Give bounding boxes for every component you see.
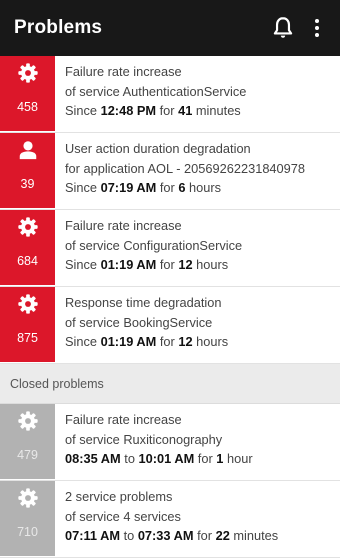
problem-row[interactable]: 458 Failure rate increase of service Aut… (0, 56, 340, 133)
more-vert-icon[interactable] (305, 14, 329, 42)
problem-badge: 684 (0, 210, 55, 286)
closed-problems-header: Closed problems (0, 364, 340, 404)
problem-list: 458 Failure rate increase of service Aut… (0, 56, 340, 558)
problem-count: 39 (20, 177, 35, 191)
problem-time: Since 01:19 AM for 12 hours (65, 334, 229, 350)
problem-time: 07:11 AM to 07:33 AM for 22 minutes (65, 528, 279, 544)
problem-badge: 710 (0, 481, 55, 557)
problem-count: 479 (17, 448, 38, 462)
problem-title: 2 service problems (65, 489, 173, 504)
gear-icon (18, 63, 38, 83)
problem-text: Response time degradation of service Boo… (55, 287, 228, 363)
problem-subject: of service AuthenticationService (65, 83, 247, 99)
problem-row[interactable]: 875 Response time degradation of service… (0, 287, 340, 364)
problem-subject: of service ConfigurationService (65, 237, 243, 253)
problem-time: Since 12:48 PM for 41 minutes (65, 103, 241, 119)
user-icon (19, 141, 37, 160)
problem-row[interactable]: 710 2 service problems of service 4 serv… (0, 481, 340, 558)
problem-title: Response time degradation (65, 295, 222, 310)
problem-text: 2 service problems of service 4 services… (55, 481, 278, 557)
gear-icon (18, 217, 38, 237)
problem-count: 875 (17, 331, 38, 345)
gear-icon (18, 294, 38, 314)
app-bar: Problems (0, 0, 340, 56)
problem-count: 684 (17, 254, 38, 268)
problem-badge: 39 (0, 133, 55, 209)
problem-text: User action duration degradation for app… (55, 133, 305, 209)
problem-count: 458 (17, 100, 38, 114)
gear-icon (18, 411, 38, 431)
problem-time: Since 01:19 AM for 12 hours (65, 257, 229, 273)
problem-badge: 875 (0, 287, 55, 363)
problem-text: Failure rate increase of service Ruxitic… (55, 404, 253, 480)
problem-time: 08:35 AM to 10:01 AM for 1 hour (65, 451, 253, 467)
problem-title: Failure rate increase (65, 412, 182, 427)
problem-badge: 458 (0, 56, 55, 132)
page-title: Problems (14, 17, 103, 38)
problem-count: 710 (17, 525, 38, 539)
problem-row[interactable]: 479 Failure rate increase of service Rux… (0, 404, 340, 481)
problem-subject: of service BookingService (65, 314, 213, 330)
problem-subject: for application AOL - 20569262231840978 (65, 160, 306, 176)
problem-time: Since 07:19 AM for 6 hours (65, 180, 222, 196)
problem-subject: of service Ruxiticonography (65, 431, 223, 447)
problem-title: Failure rate increase (65, 64, 182, 79)
bell-icon[interactable] (270, 14, 296, 42)
problem-text: Failure rate increase of service Configu… (55, 210, 242, 286)
problem-subject: of service 4 services (65, 508, 181, 524)
problem-text: Failure rate increase of service Authent… (55, 56, 246, 132)
problem-row[interactable]: 39 User action duration degradation for … (0, 133, 340, 210)
problem-badge: 479 (0, 404, 55, 480)
problem-row[interactable]: 684 Failure rate increase of service Con… (0, 210, 340, 287)
gear-icon (18, 488, 38, 508)
problem-title: User action duration degradation (65, 141, 251, 156)
problem-title: Failure rate increase (65, 218, 182, 233)
